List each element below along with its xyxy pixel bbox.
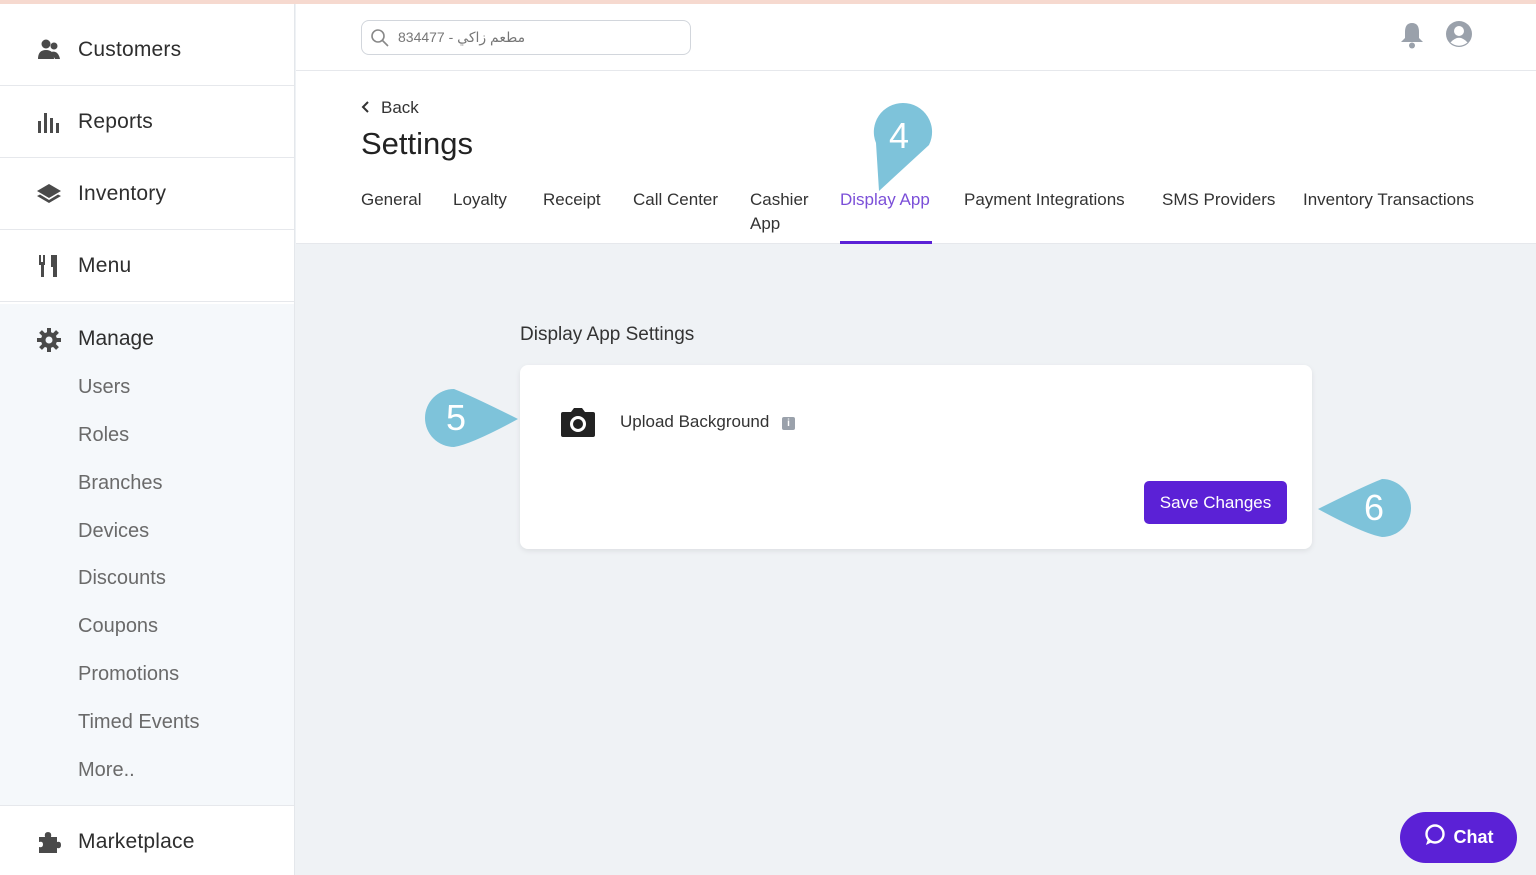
sidebar-item-label: Menu <box>78 253 132 277</box>
sidebar-item-menu[interactable]: Menu <box>0 230 294 302</box>
search-icon <box>370 28 390 48</box>
sidebar-subitem-discounts[interactable]: Discounts <box>78 567 166 590</box>
camera-icon[interactable] <box>560 408 596 438</box>
back-label: Back <box>381 98 419 117</box>
search-placeholder: مطعم زاكي - 834477 <box>398 29 526 45</box>
customers-icon <box>36 37 62 63</box>
tab-cashier-app[interactable]: Cashier App <box>750 188 820 236</box>
bar-chart-icon <box>36 109 62 135</box>
sidebar: Customers Reports Inventory Menu Manage … <box>0 4 295 875</box>
utensils-icon <box>36 253 62 279</box>
sidebar-item-customers[interactable]: Customers <box>0 14 294 86</box>
sidebar-subitem-devices[interactable]: Devices <box>78 520 149 543</box>
sidebar-subitem-more[interactable]: More.. <box>78 759 135 782</box>
sidebar-item-label: Customers <box>78 37 182 61</box>
display-app-settings-card: Upload Background i Save Changes <box>520 365 1312 549</box>
chat-button[interactable]: Chat <box>1400 812 1517 863</box>
chevron-left-icon <box>361 98 371 118</box>
top-header: مطعم زاكي - 834477 <box>296 4 1536 71</box>
sidebar-item-label: Reports <box>78 109 153 133</box>
callout-number: 4 <box>889 115 910 156</box>
sidebar-subitem-branches[interactable]: Branches <box>78 472 163 495</box>
sidebar-item-label: Manage <box>78 327 154 350</box>
bell-icon[interactable] <box>1398 20 1426 50</box>
save-changes-button[interactable]: Save Changes <box>1144 481 1287 524</box>
sidebar-item-marketplace[interactable]: Marketplace <box>0 806 294 875</box>
sidebar-subitem-roles[interactable]: Roles <box>78 424 129 447</box>
chat-label: Chat <box>1453 827 1494 847</box>
tab-receipt[interactable]: Receipt <box>543 188 601 212</box>
page-title: Settings <box>361 126 474 161</box>
sidebar-item-label: Marketplace <box>78 829 195 853</box>
puzzle-icon <box>36 829 62 855</box>
sidebar-item-label: Inventory <box>78 181 167 205</box>
gear-icon <box>36 327 62 353</box>
sidebar-subitem-users[interactable]: Users <box>78 376 130 399</box>
callout-number: 6 <box>1364 487 1385 528</box>
tab-inventory-transactions[interactable]: Inventory Transactions <box>1303 188 1474 212</box>
info-icon[interactable]: i <box>782 417 795 430</box>
layers-icon <box>36 181 62 207</box>
sidebar-item-manage[interactable]: Manage <box>0 318 294 362</box>
chat-bubble-icon <box>1424 824 1446 851</box>
user-avatar-icon[interactable] <box>1444 19 1474 49</box>
back-link[interactable]: Back <box>361 98 419 118</box>
sidebar-manage-section: Manage Users Roles Branches Devices Disc… <box>0 304 294 806</box>
sidebar-subitem-coupons[interactable]: Coupons <box>78 615 158 638</box>
step-callout-6: 6 <box>1316 478 1412 538</box>
tab-loyalty[interactable]: Loyalty <box>453 188 507 212</box>
sidebar-item-inventory[interactable]: Inventory <box>0 158 294 230</box>
step-callout-5: 5 <box>422 388 520 448</box>
step-callout-4: 4 <box>872 101 934 193</box>
sidebar-item-reports[interactable]: Reports <box>0 86 294 158</box>
section-title: Display App Settings <box>520 324 695 345</box>
tab-call-center[interactable]: Call Center <box>633 188 718 212</box>
callout-number: 5 <box>446 397 467 438</box>
sidebar-subitem-timed-events[interactable]: Timed Events <box>78 711 200 734</box>
tab-payment-integrations[interactable]: Payment Integrations <box>964 188 1125 212</box>
tab-general[interactable]: General <box>361 188 421 212</box>
active-tab-indicator <box>840 241 932 244</box>
sidebar-subitem-promotions[interactable]: Promotions <box>78 663 179 686</box>
upload-background-label[interactable]: Upload Background <box>620 412 769 432</box>
tab-sms-providers[interactable]: SMS Providers <box>1162 188 1275 212</box>
search-input[interactable]: مطعم زاكي - 834477 <box>361 20 691 55</box>
